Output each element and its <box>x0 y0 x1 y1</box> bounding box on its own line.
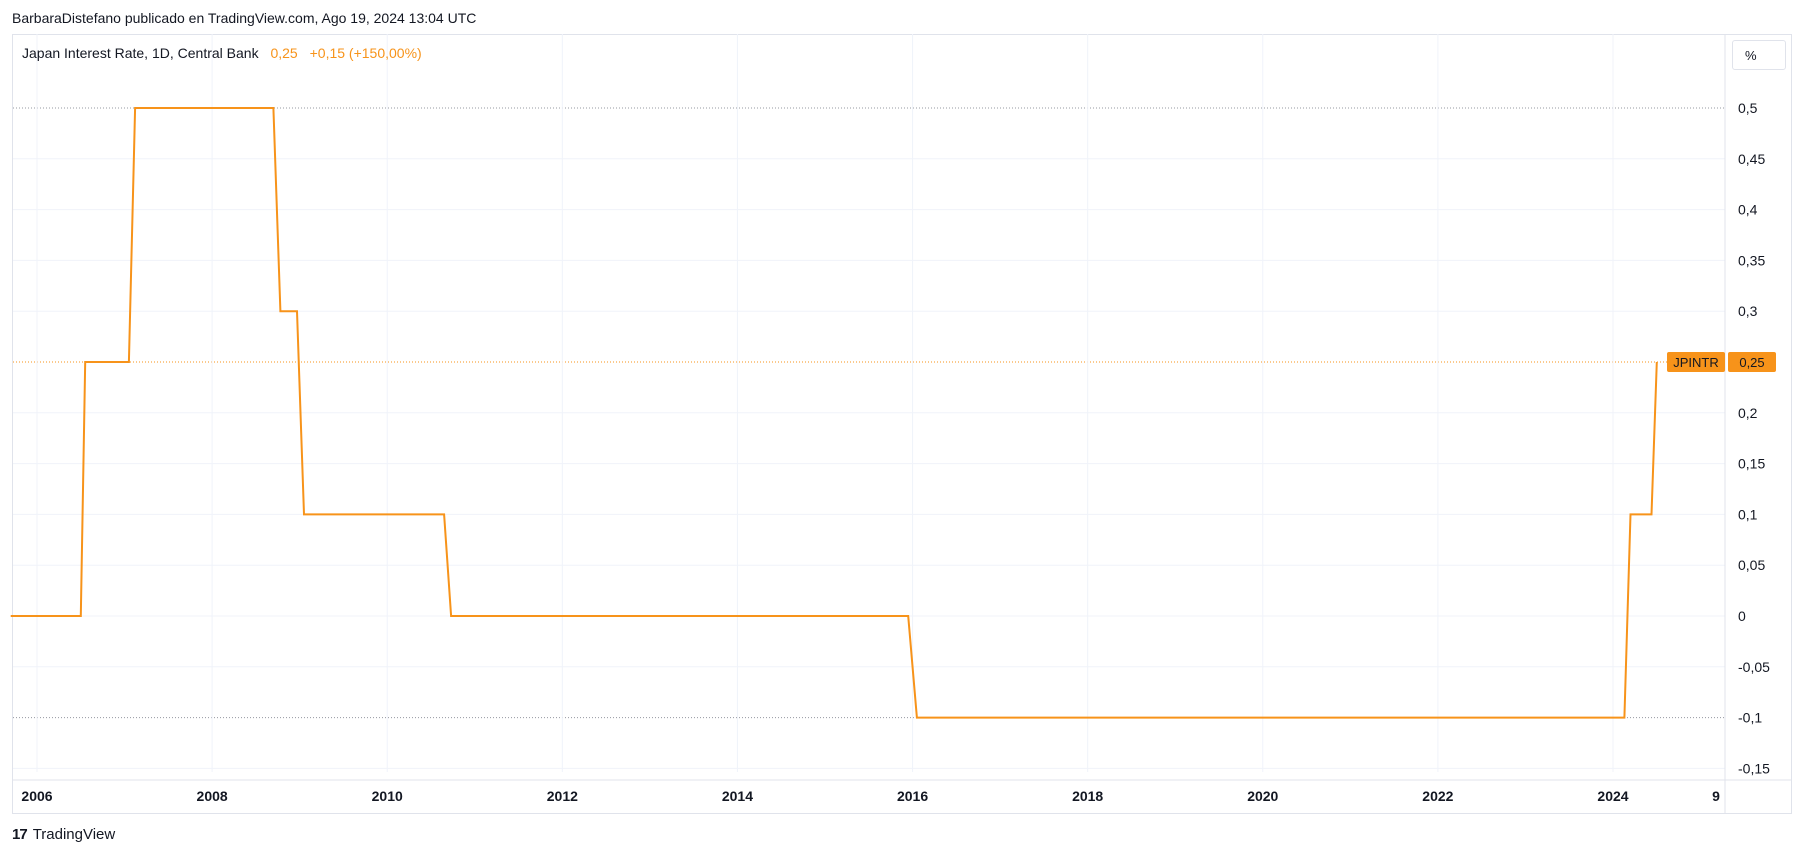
x-tick-label: 2024 <box>1597 788 1628 804</box>
price-tag-value: 0,25 <box>1739 355 1764 370</box>
x-tick-label: 2012 <box>547 788 578 804</box>
price-tag-symbol: JPINTR <box>1673 355 1719 370</box>
y-tick-label: 0,05 <box>1738 557 1765 573</box>
tradingview-logo[interactable]: 17 TradingView <box>12 826 115 843</box>
unit-button-label: % <box>1745 47 1757 63</box>
y-tick-label: 0,5 <box>1738 100 1758 116</box>
y-tick-label: 0,4 <box>1738 202 1758 218</box>
y-tick-label: 0,1 <box>1738 506 1758 522</box>
x-tick-label: 2020 <box>1247 788 1278 804</box>
x-tick-label: 2008 <box>197 788 228 804</box>
legend-last-value: 0,25 <box>270 45 298 61</box>
legend-symbol-title: Japan Interest Rate, 1D, Central Bank <box>22 45 259 61</box>
y-tick-label: -0,05 <box>1738 659 1770 675</box>
x-tick-label: 2006 <box>21 788 52 804</box>
unit-button[interactable]: % <box>1732 40 1786 70</box>
y-tick-label: 0,2 <box>1738 405 1758 421</box>
x-tick-label: 2010 <box>372 788 403 804</box>
tradingview-logo-icon: 17 <box>12 826 28 843</box>
chart-legend[interactable]: Japan Interest Rate, 1D, Central Bank 0,… <box>22 45 422 61</box>
tradingview-brand: TradingView <box>32 826 116 843</box>
y-tick-label: 0,45 <box>1738 151 1765 167</box>
y-tick-label: -0,15 <box>1738 760 1770 776</box>
legend-change: +0,15 (+150,00%) <box>309 45 422 61</box>
x-tick-label: 2014 <box>722 788 753 804</box>
x-tick-label: 2016 <box>897 788 928 804</box>
y-tick-label: 0,15 <box>1738 456 1765 472</box>
y-tick-label: 0,3 <box>1738 303 1758 319</box>
chart-plot[interactable]: 0,5 0,45 0,4 0,35 0,3 0,25 0,2 0,15 0,1 0,05 0 -0,0… <box>0 0 1805 858</box>
y-tick-label: 0,35 <box>1738 252 1765 268</box>
x-tick-label: 9 <box>1712 788 1720 804</box>
x-tick-label: 2022 <box>1422 788 1453 804</box>
y-tick-label: -0,1 <box>1738 710 1762 726</box>
x-tick-label: 2018 <box>1072 788 1103 804</box>
y-tick-label: 0 <box>1738 608 1746 624</box>
